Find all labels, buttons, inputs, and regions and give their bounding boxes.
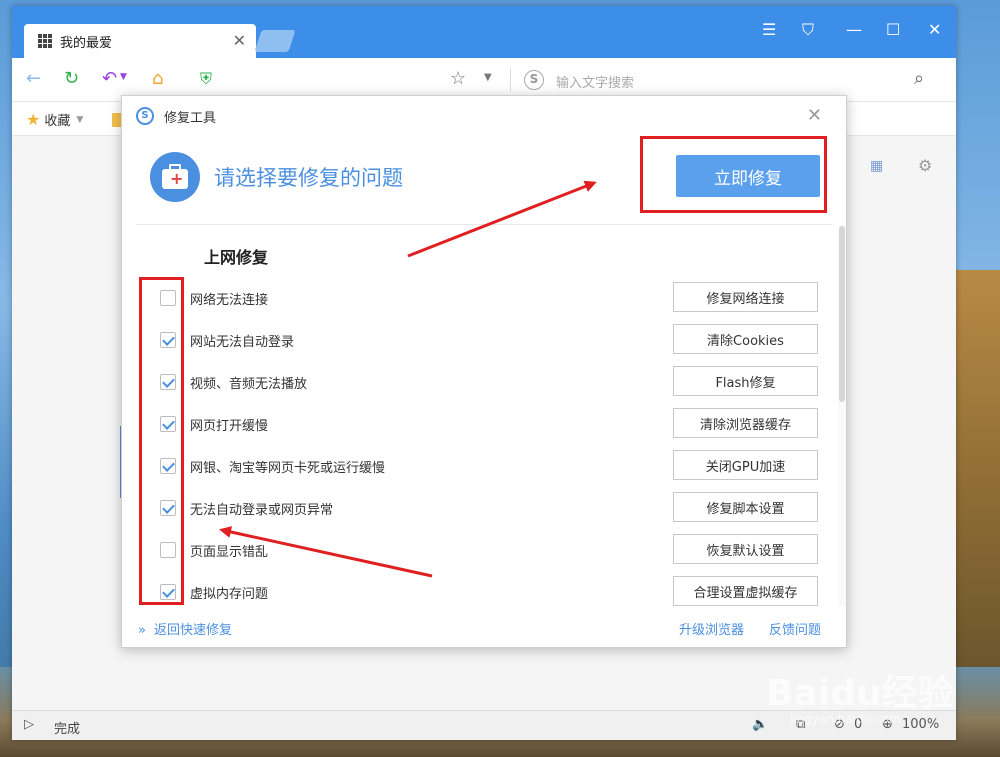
watermark-logo: Baidu经验 — [766, 673, 954, 714]
watermark-url: jingyan.baidu.com — [790, 712, 901, 726]
arrow-to-fix-now — [407, 180, 597, 258]
annotation-arrows — [219, 180, 597, 578]
arrow-to-checkboxes — [219, 526, 433, 578]
